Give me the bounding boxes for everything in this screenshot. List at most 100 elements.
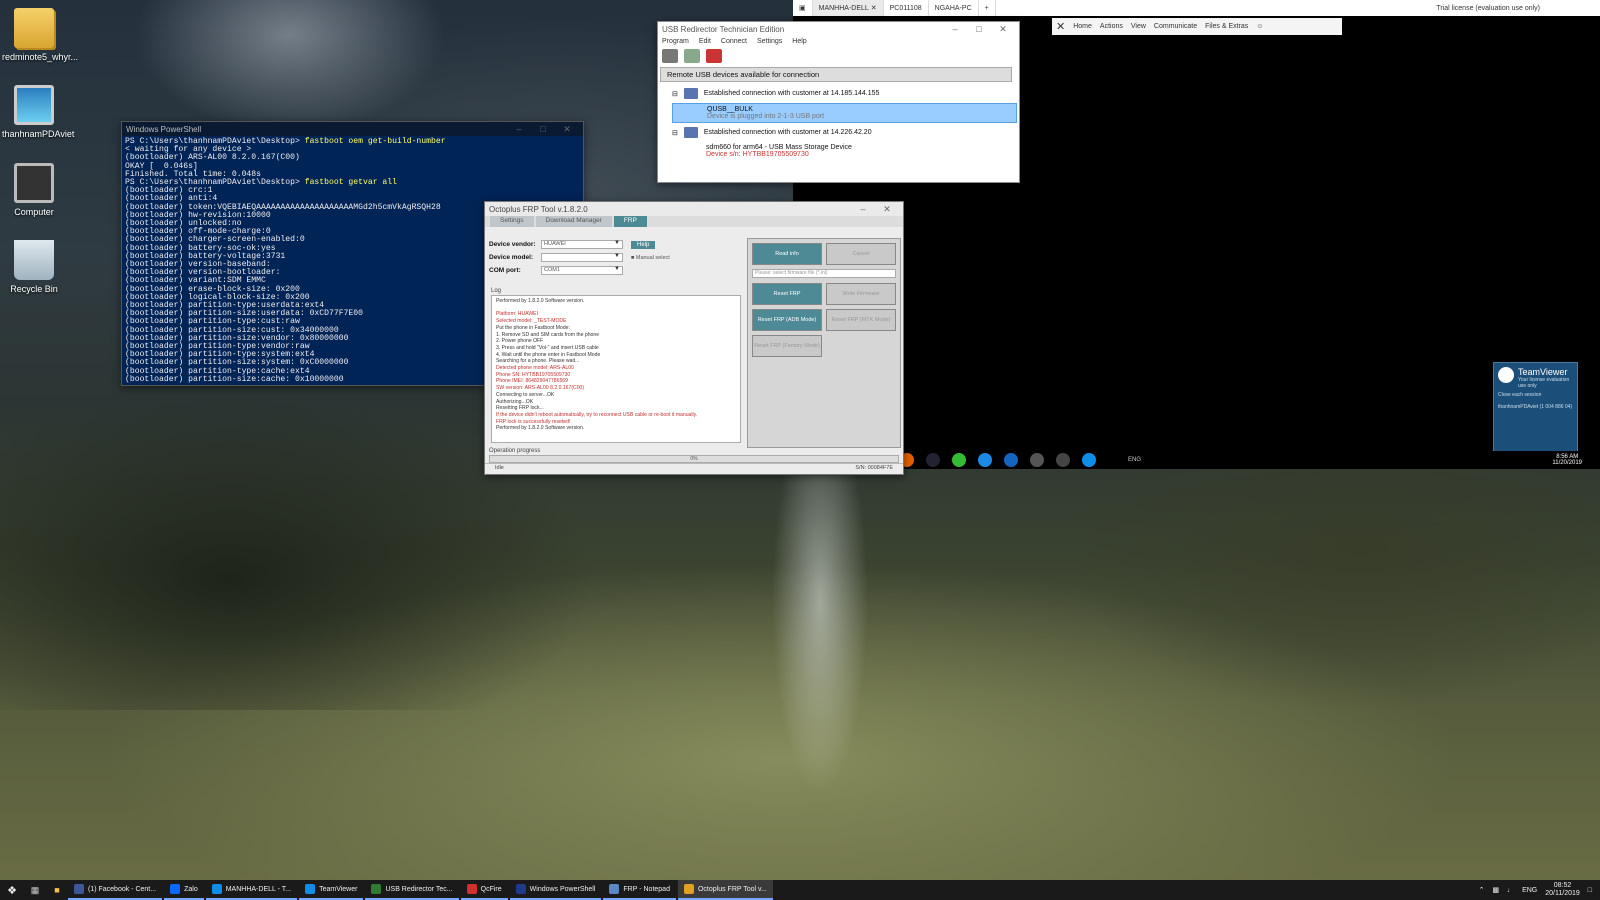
notifications-icon[interactable]: □ (1588, 887, 1592, 894)
recycle-bin-icon (14, 240, 54, 280)
usb-connect-icon[interactable] (684, 49, 700, 63)
manual-select-checkbox[interactable]: ■ Manual select (631, 255, 670, 261)
tab-manhha-dell[interactable]: MANHHA-DELL ✕ (812, 0, 884, 16)
windows-start-icon[interactable]: ❖ (0, 884, 24, 897)
log-line: Platform: HUAWEI (496, 311, 538, 318)
panel-row[interactable]: Close each session (1494, 389, 1577, 401)
close-icon[interactable]: ✕ (555, 124, 579, 135)
write-firmware-button[interactable]: Write Firmware (826, 283, 896, 305)
tab-ngaha-pc[interactable]: NGAHA-PC (929, 0, 979, 16)
panel-row[interactable]: thanhnamPDAviet (1 004 886 04) (1494, 401, 1577, 413)
taskbar-item[interactable]: USB Redirector Tec... (365, 880, 459, 900)
taskbar-item[interactable]: QcFire (460, 880, 508, 900)
app-icon[interactable] (926, 453, 940, 467)
teamviewer-panel[interactable]: TeamViewer Your license evaluation use o… (1493, 362, 1578, 454)
log-line: Phone SN: HYTBB19705509730 (496, 371, 571, 378)
usb-disconnect-icon[interactable] (706, 49, 722, 63)
remote-language[interactable]: ENG (1128, 457, 1141, 463)
close-icon[interactable]: ✕ (991, 24, 1015, 35)
device-row[interactable]: sdm660 for arm64 - USB Mass Storage Devi… (672, 142, 1017, 160)
tab-settings[interactable]: Settings (490, 216, 534, 227)
tray-chevron-icon[interactable]: ⌃ (1479, 886, 1485, 894)
desktop-icon-recycle-bin[interactable]: Recycle Bin (2, 240, 66, 294)
collapse-icon[interactable]: ⊟ (672, 129, 678, 137)
com-select[interactable]: COM1 (541, 266, 623, 275)
network-icon[interactable]: ▩ (1492, 886, 1499, 894)
device-name: QUSB__BULK (707, 106, 753, 113)
ie-icon[interactable] (978, 453, 992, 467)
minimize-icon[interactable]: – (507, 124, 531, 134)
usb-redirector-window[interactable]: USB Redirector Technician Edition – □ ✕ … (657, 21, 1020, 183)
log-line: Searching for a phone. Please wait... (496, 358, 580, 365)
toolbar-files-extras[interactable]: Files & Extras (1205, 23, 1248, 30)
reset-frp-adb-button[interactable]: Reset FRP (ADB Mode) (752, 309, 822, 331)
menu-help[interactable]: Help (792, 38, 806, 45)
menu-settings[interactable]: Settings (757, 38, 782, 45)
file-explorer-icon[interactable]: ■ (46, 885, 68, 895)
toolbar-home[interactable]: Home (1073, 23, 1092, 30)
collapse-icon[interactable]: ⊟ (672, 90, 678, 98)
minimize-icon[interactable]: – (943, 24, 967, 34)
taskbar-item[interactable]: Windows PowerShell (509, 880, 602, 900)
tab-pc011108[interactable]: PC011108 (884, 0, 929, 16)
menu-connect[interactable]: Connect (721, 38, 747, 45)
help-button[interactable]: Help (631, 240, 656, 249)
app-icon[interactable] (952, 453, 966, 467)
usb-plug-icon[interactable] (662, 49, 678, 63)
app-icon[interactable] (1056, 453, 1070, 467)
language-indicator[interactable]: ENG (1522, 887, 1537, 894)
taskbar-item[interactable]: MANHHA-DELL - T... (205, 880, 298, 900)
toolbar-actions[interactable]: Actions (1100, 23, 1123, 30)
connection-row[interactable]: ⊟ Established connection with customer a… (658, 84, 1019, 103)
powershell-titlebar[interactable]: Windows PowerShell – □ ✕ (122, 122, 583, 136)
tab-download-manager[interactable]: Download Manager (535, 216, 612, 227)
minimize-icon[interactable]: – (851, 204, 875, 214)
clock-date: 20/11/2019 (1545, 890, 1580, 897)
model-select[interactable] (541, 253, 623, 262)
volume-icon[interactable]: ♩ (1507, 887, 1514, 894)
model-label: Device model: (489, 254, 534, 261)
smiley-icon[interactable]: ☺ (1256, 23, 1263, 30)
close-session-icon[interactable]: ✕ (1056, 20, 1065, 33)
taskbar-item-label: USB Redirector Tec... (385, 885, 453, 893)
desktop-icon-folder[interactable]: redminote5_whyr... (2, 8, 78, 62)
read-info-button[interactable]: Read info (752, 243, 822, 265)
menu-program[interactable]: Program (662, 38, 689, 45)
taskbar-item[interactable]: Zalo (164, 880, 204, 900)
connection-label: Established connection with customer at … (703, 90, 880, 97)
toolbar-view[interactable]: View (1131, 23, 1146, 30)
vendor-select[interactable]: HUAWEI (541, 240, 623, 249)
app-icon[interactable] (1004, 453, 1018, 467)
reset-frp-button[interactable]: Reset FRP (752, 283, 822, 305)
taskbar-item[interactable]: Octoplus FRP Tool v... (677, 880, 773, 900)
toolbar-communicate[interactable]: Communicate (1154, 23, 1197, 30)
taskbar-item[interactable]: (1) Facebook - Cent... (68, 880, 163, 900)
connection-row[interactable]: ⊟ Established connection with customer a… (658, 123, 1019, 142)
menu-edit[interactable]: Edit (699, 38, 711, 45)
device-row-selected[interactable]: QUSB__BULK Device is plugged into 2-1-3 … (672, 103, 1017, 123)
task-view-icon[interactable]: ▦ (24, 885, 46, 896)
add-tab-button[interactable]: + (979, 0, 996, 16)
taskbar-item[interactable]: TeamViewer (299, 880, 364, 900)
maximize-icon[interactable]: □ (531, 124, 555, 134)
close-icon[interactable]: ✕ (875, 204, 899, 215)
teamviewer-icon[interactable] (1082, 453, 1096, 467)
usb-titlebar[interactable]: USB Redirector Technician Edition – □ ✕ (658, 22, 1019, 36)
octoplus-titlebar[interactable]: Octoplus FRP Tool v.1.8.2.0 – ✕ (485, 202, 903, 216)
remote-clock[interactable]: 8:56 AM 11/20/2019 (1552, 454, 1600, 466)
cancel-button[interactable]: Cancel (826, 243, 896, 265)
app-icon[interactable] (1030, 453, 1044, 467)
reset-frp-mtk-button[interactable]: Reset FRP (MTK Mode) (826, 309, 896, 331)
log-line: Performed by 1.8.2.0 Software version. (496, 425, 585, 432)
firmware-file-input[interactable]: Please: select firmware file (*.ini) (752, 269, 896, 278)
license-text: Trial license (evaluation use only) (1436, 4, 1540, 12)
desktop-icon-user[interactable]: thanhnamPDAviet (2, 85, 74, 139)
reset-frp-factory-button[interactable]: Reset FRP (Factory Mode) (752, 335, 822, 357)
log-panel[interactable]: Performed by 1.8.2.0 Software version. Pl… (491, 295, 741, 443)
desktop-icon-computer[interactable]: Computer (2, 163, 66, 217)
clock[interactable]: 08:52 20/11/2019 (1545, 882, 1580, 898)
tab-frp[interactable]: FRP (613, 216, 647, 227)
maximize-icon[interactable]: □ (967, 24, 991, 34)
taskbar-item[interactable]: FRP - Notepad (603, 880, 676, 900)
octoplus-window[interactable]: Octoplus FRP Tool v.1.8.2.0 – ✕ Settings… (484, 201, 904, 475)
